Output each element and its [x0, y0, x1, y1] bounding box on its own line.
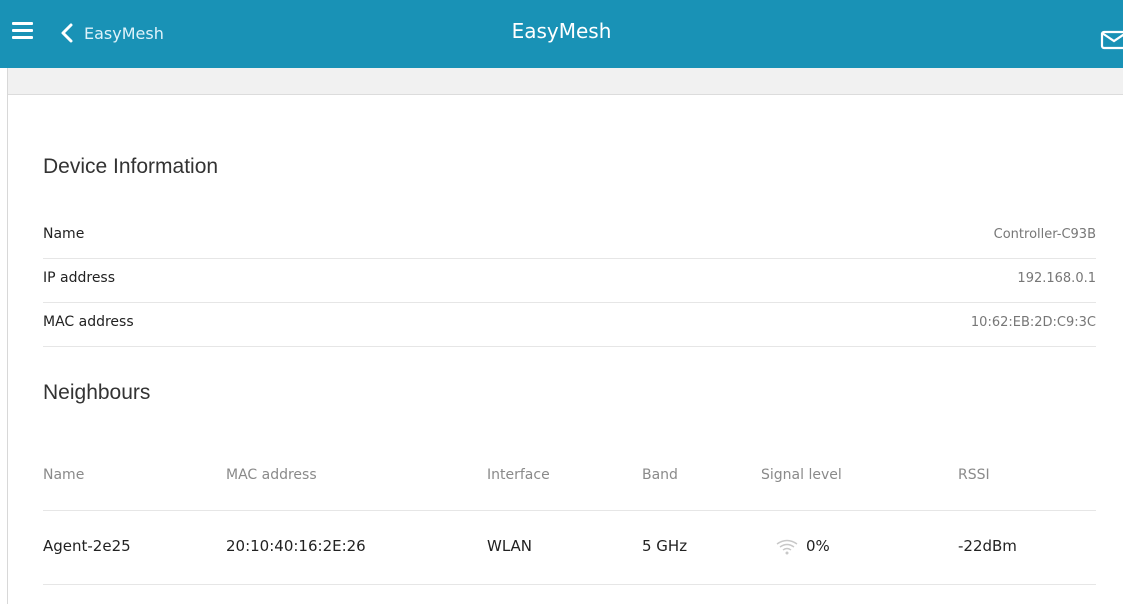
left-frame-border	[7, 68, 8, 604]
table-row[interactable]: Agent-2e25 20:10:40:16:2E:26 WLAN 5 GHz …	[43, 510, 1096, 585]
neighbours-table-header: Name MAC address Interface Band Signal l…	[43, 446, 1096, 511]
column-header-name: Name	[43, 467, 85, 483]
mail-icon[interactable]	[1100, 30, 1123, 50]
info-value: 10:62:EB:2D:C9:3C	[970, 315, 1096, 330]
info-label: Name	[43, 226, 85, 242]
info-row-ip: IP address 192.168.0.1	[43, 258, 1096, 303]
column-header-band: Band	[642, 467, 678, 483]
info-label: MAC address	[43, 314, 134, 330]
neighbour-band: 5 GHz	[642, 537, 688, 555]
page-title: EasyMesh	[511, 19, 612, 43]
column-header-signal: Signal level	[761, 467, 842, 483]
info-value: 192.168.0.1	[1017, 271, 1096, 286]
device-information-title: Device Information	[43, 155, 219, 178]
column-header-mac: MAC address	[226, 467, 317, 483]
column-header-rssi: RSSI	[958, 467, 990, 483]
info-label: IP address	[43, 270, 116, 286]
top-bar: EasyMesh EasyMesh	[0, 0, 1123, 68]
neighbour-mac: 20:10:40:16:2E:26	[226, 537, 366, 555]
neighbour-signal: 0%	[776, 537, 830, 555]
wifi-signal-icon	[776, 539, 798, 554]
neighbour-name: Agent-2e25	[43, 537, 131, 555]
sub-toolbar	[8, 68, 1123, 95]
neighbour-rssi: -22dBm	[958, 537, 1017, 555]
neighbours-title: Neighbours	[43, 381, 151, 404]
signal-value: 0%	[806, 537, 830, 555]
info-value: Controller-C93B	[993, 227, 1096, 242]
info-row-mac: MAC address 10:62:EB:2D:C9:3C	[43, 302, 1096, 347]
info-row-name: Name Controller-C93B	[43, 214, 1096, 259]
neighbour-interface: WLAN	[487, 537, 533, 555]
column-header-interface: Interface	[487, 467, 550, 483]
